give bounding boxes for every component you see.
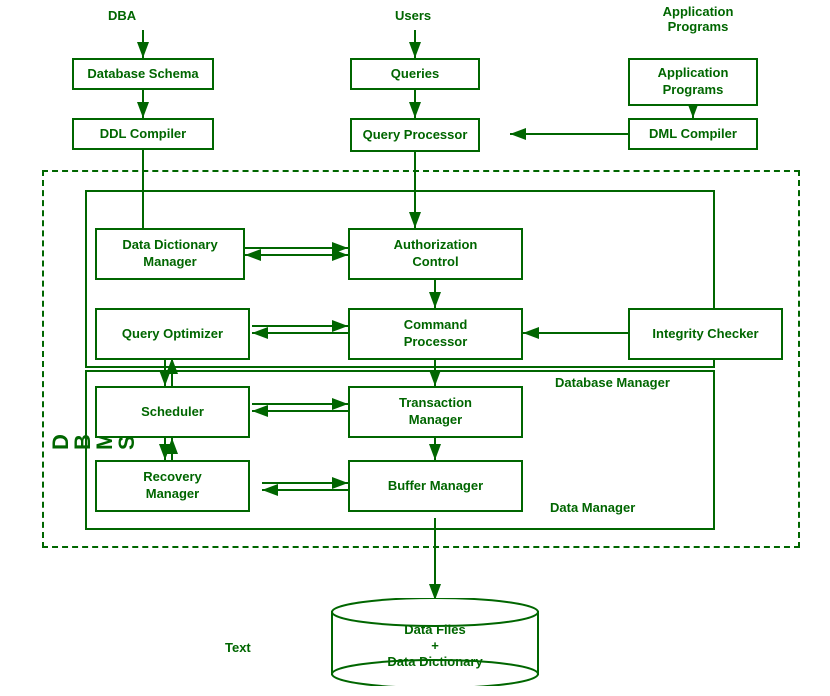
query-processor-box: Query Processor [350,118,480,152]
queries-box: Queries [350,58,480,90]
app-programs-top-box: ApplicationPrograms [628,58,758,106]
app-programs-header-label: Application Programs [648,4,748,34]
svg-text:Data Dictionary: Data Dictionary [387,654,483,669]
authorization-control-box: AuthorizationControl [348,228,523,280]
command-processor-box: CommandProcessor [348,308,523,360]
transaction-manager-box: TransactionManager [348,386,523,438]
scheduler-box: Scheduler [95,386,250,438]
query-optimizer-box: Query Optimizer [95,308,250,360]
data-manager-label: Data Manager [550,500,635,515]
recovery-manager-box: RecoveryManager [95,460,250,512]
data-files-cylinder: Data Files + Data Dictionary [330,598,540,686]
data-dictionary-manager-box: Data DictionaryManager [95,228,245,280]
dbms-label: DBMS [50,250,78,450]
database-schema-box: Database Schema [72,58,214,90]
ddl-compiler-box: DDL Compiler [72,118,214,150]
svg-text:+: + [431,638,439,653]
svg-text:Data Files: Data Files [404,622,465,637]
dml-compiler-box: DML Compiler [628,118,758,150]
integrity-checker-box: Integrity Checker [628,308,783,360]
dba-label: DBA [108,8,136,23]
users-label: Users [395,8,431,23]
buffer-manager-box: Buffer Manager [348,460,523,512]
text-label: Text [225,640,251,655]
